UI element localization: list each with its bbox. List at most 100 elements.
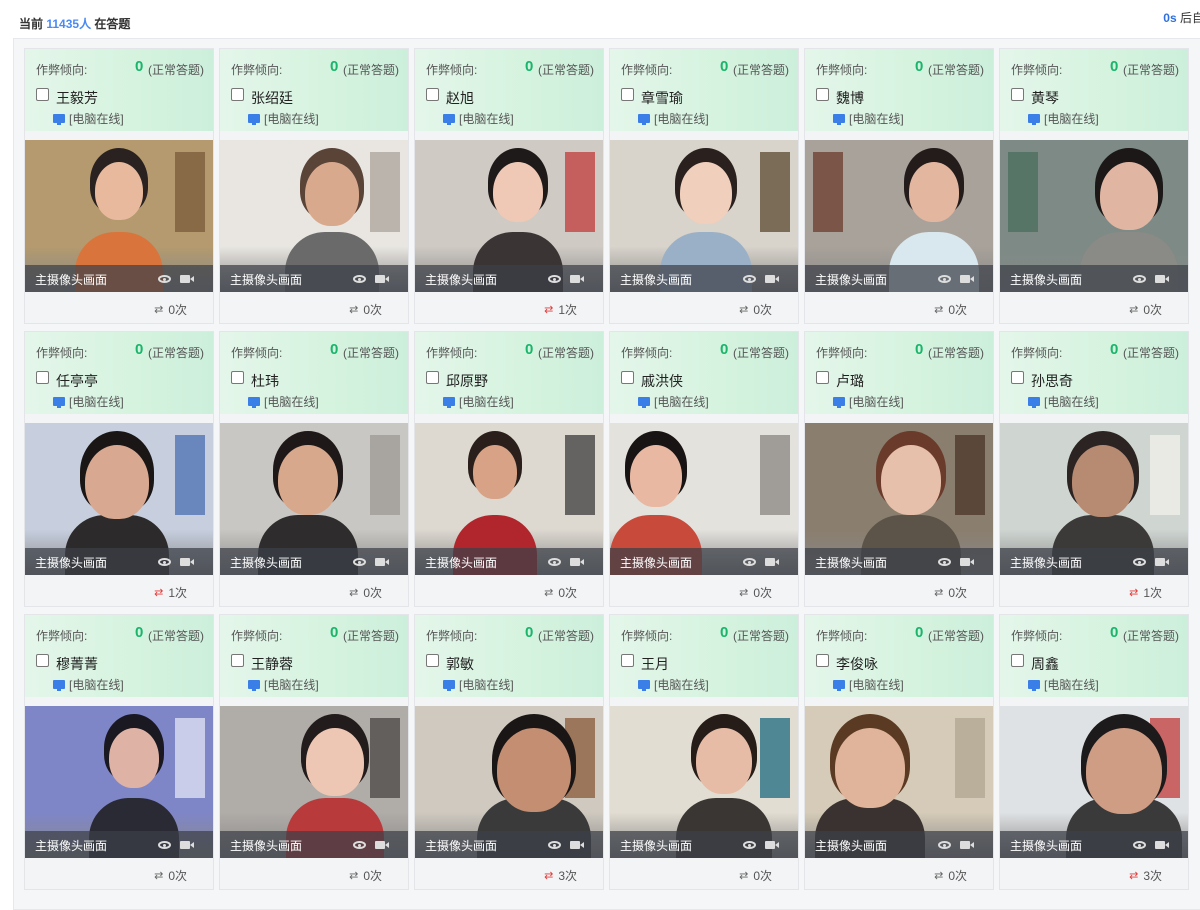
person-face (680, 162, 732, 224)
student-card[interactable]: 作弊倾向: 0 (正常答题) 任亭亭 [电脑在线] 主摄像头画面 ⇄ 1次 (24, 331, 214, 607)
eye-icon[interactable] (938, 558, 951, 566)
video-camera-icon[interactable] (960, 275, 974, 283)
student-card[interactable]: 作弊倾向: 0 (正常答题) 周鑫 [电脑在线] 主摄像头画面 ⇄ 3次 (999, 614, 1189, 890)
student-card[interactable]: 作弊倾向: 0 (正常答题) 杜玮 [电脑在线] 主摄像头画面 ⇄ 0次 (219, 331, 409, 607)
eye-icon[interactable] (938, 275, 951, 283)
select-checkbox[interactable] (36, 654, 49, 667)
video-camera-icon[interactable] (570, 558, 584, 566)
student-card[interactable]: 作弊倾向: 0 (正常答题) 魏博 [电脑在线] 主摄像头画面 ⇄ 0次 (804, 48, 994, 324)
camera-feed[interactable]: 主摄像头画面 (415, 140, 603, 292)
eye-icon[interactable] (548, 558, 561, 566)
select-checkbox[interactable] (426, 371, 439, 384)
select-checkbox[interactable] (816, 88, 829, 101)
student-card[interactable]: 作弊倾向: 0 (正常答题) 王静蓉 [电脑在线] 主摄像头画面 ⇄ 0次 (219, 614, 409, 890)
camera-feed[interactable]: 主摄像头画面 (220, 140, 408, 292)
eye-icon[interactable] (743, 558, 756, 566)
student-card[interactable]: 作弊倾向: 0 (正常答题) 孙思奇 [电脑在线] 主摄像头画面 ⇄ 1次 (999, 331, 1189, 607)
select-checkbox[interactable] (36, 88, 49, 101)
video-camera-icon[interactable] (960, 558, 974, 566)
camera-feed[interactable]: 主摄像头画面 (415, 423, 603, 575)
video-camera-icon[interactable] (375, 841, 389, 849)
video-camera-icon[interactable] (765, 841, 779, 849)
eye-icon[interactable] (1133, 275, 1146, 283)
video-camera-icon[interactable] (180, 841, 194, 849)
select-checkbox[interactable] (426, 88, 439, 101)
student-name: 黄琴 (1031, 90, 1059, 106)
select-checkbox[interactable] (426, 654, 439, 667)
camera-feed[interactable]: 主摄像头画面 (25, 423, 213, 575)
video-camera-icon[interactable] (375, 558, 389, 566)
select-checkbox[interactable] (621, 371, 634, 384)
camera-label: 主摄像头画面 (35, 556, 108, 570)
video-camera-icon[interactable] (1155, 275, 1169, 283)
select-checkbox[interactable] (1011, 88, 1024, 101)
eye-icon[interactable] (353, 841, 366, 849)
student-card[interactable]: 作弊倾向: 0 (正常答题) 黄琴 [电脑在线] 主摄像头画面 ⇄ 0次 (999, 48, 1189, 324)
eye-icon[interactable] (158, 841, 171, 849)
student-card[interactable]: 作弊倾向: 0 (正常答题) 卢璐 [电脑在线] 主摄像头画面 ⇄ 0次 (804, 331, 994, 607)
video-camera-icon[interactable] (180, 275, 194, 283)
cheat-status-text: (正常答题) (343, 629, 399, 643)
student-card[interactable]: 作弊倾向: 0 (正常答题) 章雪瑜 [电脑在线] 主摄像头画面 ⇄ 0次 (609, 48, 799, 324)
student-card[interactable]: 作弊倾向: 0 (正常答题) 穆菁菁 [电脑在线] 主摄像头画面 ⇄ 0次 (24, 614, 214, 890)
camera-feed[interactable]: 主摄像头画面 (805, 706, 993, 858)
student-card[interactable]: 作弊倾向: 0 (正常答题) 邱原野 [电脑在线] 主摄像头画面 ⇄ 0次 (414, 331, 604, 607)
student-card[interactable]: 作弊倾向: 0 (正常答题) 李俊咏 [电脑在线] 主摄像头画面 ⇄ 0次 (804, 614, 994, 890)
student-card[interactable]: 作弊倾向: 0 (正常答题) 王毅芳 [电脑在线] 主摄像头画面 ⇄ 0次 (24, 48, 214, 324)
camera-feed[interactable]: 主摄像头画面 (220, 706, 408, 858)
select-checkbox[interactable] (1011, 654, 1024, 667)
cheat-status-text: (正常答题) (928, 63, 984, 77)
camera-feed[interactable]: 主摄像头画面 (1000, 423, 1188, 575)
select-checkbox[interactable] (816, 654, 829, 667)
select-checkbox[interactable] (621, 88, 634, 101)
camera-feed[interactable]: 主摄像头画面 (610, 423, 798, 575)
video-camera-icon[interactable] (960, 841, 974, 849)
online-status: [电脑在线] (53, 676, 124, 693)
eye-icon[interactable] (548, 841, 561, 849)
select-checkbox[interactable] (231, 654, 244, 667)
eye-icon[interactable] (158, 275, 171, 283)
student-card[interactable]: 作弊倾向: 0 (正常答题) 郭敏 [电脑在线] 主摄像头画面 ⇄ 3次 (414, 614, 604, 890)
student-card[interactable]: 作弊倾向: 0 (正常答题) 赵旭 [电脑在线] 主摄像头画面 ⇄ 1次 (414, 48, 604, 324)
select-checkbox[interactable] (231, 371, 244, 384)
camera-feed[interactable]: 主摄像头画面 (415, 706, 603, 858)
camera-feed[interactable]: 主摄像头画面 (610, 706, 798, 858)
switch-count: ⇄ 3次 (544, 867, 577, 884)
select-checkbox[interactable] (621, 654, 634, 667)
camera-feed[interactable]: 主摄像头画面 (25, 706, 213, 858)
select-checkbox[interactable] (231, 88, 244, 101)
student-card[interactable]: 作弊倾向: 0 (正常答题) 戚洪侠 [电脑在线] 主摄像头画面 ⇄ 0次 (609, 331, 799, 607)
eye-icon[interactable] (548, 275, 561, 283)
student-name: 魏博 (836, 90, 864, 106)
video-camera-icon[interactable] (1155, 841, 1169, 849)
camera-feed[interactable]: 主摄像头画面 (805, 423, 993, 575)
video-camera-icon[interactable] (570, 275, 584, 283)
select-checkbox[interactable] (36, 371, 49, 384)
eye-icon[interactable] (158, 558, 171, 566)
eye-icon[interactable] (353, 275, 366, 283)
camera-feed[interactable]: 主摄像头画面 (1000, 140, 1188, 292)
eye-icon[interactable] (743, 275, 756, 283)
student-card[interactable]: 作弊倾向: 0 (正常答题) 张绍廷 [电脑在线] 主摄像头画面 ⇄ 0次 (219, 48, 409, 324)
cheat-status-text: (正常答题) (733, 629, 789, 643)
student-card[interactable]: 作弊倾向: 0 (正常答题) 王月 [电脑在线] 主摄像头画面 ⇄ 0次 (609, 614, 799, 890)
video-camera-icon[interactable] (180, 558, 194, 566)
select-checkbox[interactable] (1011, 371, 1024, 384)
eye-icon[interactable] (743, 841, 756, 849)
eye-icon[interactable] (1133, 558, 1146, 566)
video-camera-icon[interactable] (1155, 558, 1169, 566)
video-camera-icon[interactable] (375, 275, 389, 283)
camera-feed[interactable]: 主摄像头画面 (25, 140, 213, 292)
eye-icon[interactable] (938, 841, 951, 849)
eye-icon[interactable] (353, 558, 366, 566)
video-camera-icon[interactable] (570, 841, 584, 849)
cheat-tendency-label: 作弊倾向: (1011, 629, 1063, 643)
camera-feed[interactable]: 主摄像头画面 (1000, 706, 1188, 858)
camera-feed[interactable]: 主摄像头画面 (610, 140, 798, 292)
camera-feed[interactable]: 主摄像头画面 (220, 423, 408, 575)
video-camera-icon[interactable] (765, 275, 779, 283)
select-checkbox[interactable] (816, 371, 829, 384)
camera-feed[interactable]: 主摄像头画面 (805, 140, 993, 292)
eye-icon[interactable] (1133, 841, 1146, 849)
video-camera-icon[interactable] (765, 558, 779, 566)
